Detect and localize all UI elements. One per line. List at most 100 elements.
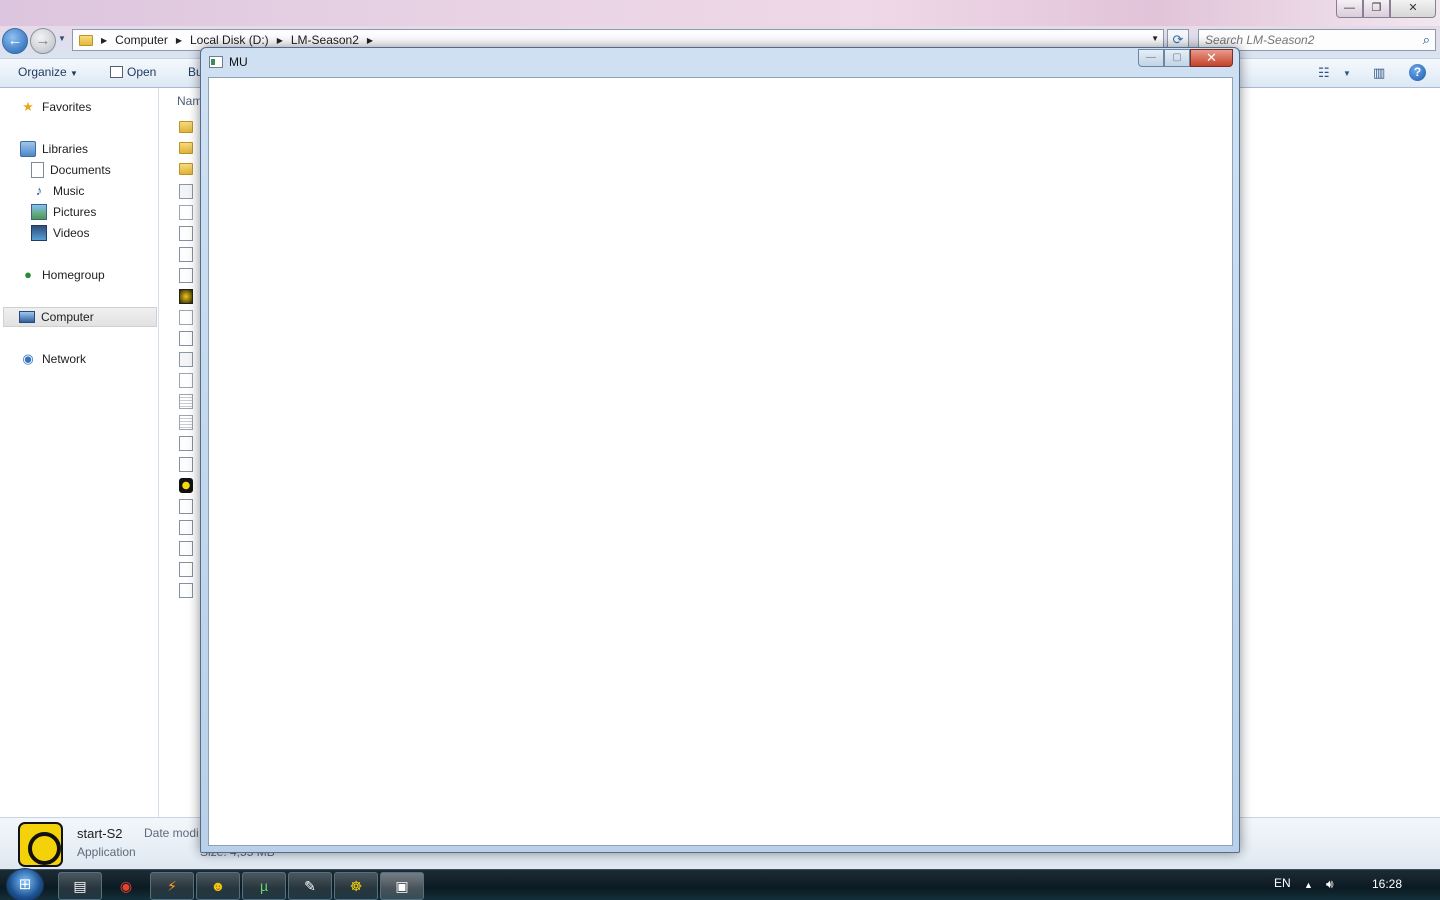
blank-file-icon[interactable]: [179, 205, 193, 220]
back-button[interactable]: ←: [2, 28, 28, 54]
folder-icon: [79, 34, 93, 46]
preview-pane-icon[interactable]: ▥: [1373, 65, 1385, 81]
show-hidden-icons-icon[interactable]: ▲: [1304, 880, 1313, 890]
explorer-caption-buttons: — ❐ ✕: [1336, 0, 1436, 18]
dll-file-icon[interactable]: [179, 499, 193, 514]
mu-app-icon: [18, 822, 63, 867]
nav-computer[interactable]: Computer: [3, 307, 157, 327]
gear-file-icon[interactable]: [179, 352, 193, 367]
window-icon: [209, 56, 223, 68]
dll-file-icon[interactable]: [179, 436, 193, 451]
explorer-icon: ▤: [73, 878, 87, 894]
breadcrumb-lm-season2[interactable]: LM-Season2: [285, 33, 365, 47]
taskbar-chrome[interactable]: ◉: [104, 872, 148, 900]
smiley-icon: ☻: [210, 878, 226, 894]
nav-videos[interactable]: Videos: [31, 223, 89, 243]
history-dropdown-icon[interactable]: ▼: [58, 34, 66, 43]
close-button[interactable]: ✕: [1390, 0, 1436, 18]
help-icon[interactable]: ?: [1409, 64, 1426, 81]
details-file-type: Application: [77, 845, 136, 859]
txt-file-icon[interactable]: [179, 415, 193, 430]
breadcrumb-separator-icon[interactable]: ▶: [99, 36, 109, 45]
mu-caption-buttons: — ▢ ✕: [1138, 49, 1233, 67]
breadcrumb-computer[interactable]: Computer: [109, 33, 174, 47]
search-icon[interactable]: ⌕: [1423, 32, 1430, 48]
nav-network[interactable]: ◉ Network: [20, 349, 86, 369]
explorer-titlebar: — ❐ ✕: [0, 0, 1440, 26]
breadcrumb-separator-icon[interactable]: ▶: [174, 36, 184, 45]
breadcrumb-separator-icon[interactable]: ▶: [365, 36, 375, 45]
mu-window: MU — ▢ ✕: [200, 47, 1240, 853]
paint-icon: ✎: [304, 878, 316, 894]
utorrent-icon: µ: [259, 878, 269, 894]
taskbar-paint[interactable]: ✎: [288, 872, 332, 900]
dll-file-icon[interactable]: [179, 331, 193, 346]
open-button[interactable]: Open: [110, 65, 156, 79]
taskbar-smiley[interactable]: ☻: [196, 872, 240, 900]
breadcrumb-separator-icon[interactable]: ▶: [275, 36, 285, 45]
folder-file-icon[interactable]: [179, 142, 193, 154]
nav-homegroup-label: Homegroup: [42, 268, 105, 282]
homegroup-icon: ●: [24, 267, 32, 282]
dll-file-icon[interactable]: [179, 562, 193, 577]
dll-file-icon[interactable]: [179, 457, 193, 472]
start-button[interactable]: ⊞: [6, 868, 44, 900]
view-dropdown-icon[interactable]: ▼: [1343, 69, 1351, 78]
taskbar-winamp[interactable]: ⚡: [150, 872, 194, 900]
mu-icon: ☸: [349, 878, 363, 894]
dll-file-icon[interactable]: [179, 268, 193, 283]
taskbar-mu-launcher[interactable]: ☸: [334, 872, 378, 900]
nav-pictures[interactable]: Pictures: [31, 202, 96, 222]
blank-file-icon[interactable]: [179, 310, 193, 325]
dll-file-icon[interactable]: [179, 520, 193, 535]
taskbar-mu-window[interactable]: ▣: [380, 872, 424, 900]
windows-logo-icon: ⊞: [18, 876, 32, 893]
volume-icon[interactable]: 🔊︎: [1326, 877, 1334, 892]
game-file-icon[interactable]: [179, 289, 193, 304]
taskbar-utorrent[interactable]: µ: [242, 872, 286, 900]
view-options-icon[interactable]: ☷: [1318, 65, 1330, 81]
taskbar-explorer[interactable]: ▤: [58, 872, 102, 900]
mu-file-icon[interactable]: [179, 478, 193, 493]
dll-file-icon[interactable]: [179, 541, 193, 556]
folder-file-icon[interactable]: [179, 121, 193, 133]
mu-window-title: MU: [229, 55, 248, 69]
mu-client-area[interactable]: [208, 77, 1233, 846]
breadcrumb-local-disk[interactable]: Local Disk (D:): [184, 33, 275, 47]
nav-homegroup[interactable]: ● Homegroup: [20, 265, 105, 285]
mu-close-button[interactable]: ✕: [1190, 49, 1233, 67]
column-header-name[interactable]: Nam: [177, 94, 202, 108]
dll-file-icon[interactable]: [179, 583, 193, 598]
nav-libraries-label: Libraries: [42, 142, 89, 156]
language-indicator[interactable]: EN: [1274, 876, 1291, 890]
nav-music[interactable]: ♪ Music: [31, 181, 85, 201]
minimize-button[interactable]: —: [1336, 0, 1363, 18]
chevron-down-icon: ▼: [70, 69, 78, 78]
gear-file-icon[interactable]: [179, 184, 193, 199]
back-arrow-icon: ←: [7, 32, 23, 49]
mu-maximize-button[interactable]: ▢: [1164, 49, 1190, 67]
nav-computer-label: Computer: [41, 310, 94, 324]
taskbar: ⊞ ▤ ◉ ⚡ ☻ µ ✎ ☸ ▣ EN ▲ 🔊︎ 16:28: [0, 868, 1440, 900]
nav-documents-label: Documents: [50, 163, 111, 177]
computer-icon: [19, 311, 35, 323]
nav-favorites[interactable]: ★ Favorites: [20, 97, 91, 117]
nav-documents[interactable]: Documents: [31, 160, 111, 180]
nav-libraries[interactable]: Libraries: [20, 139, 88, 159]
nav-favorites-label: Favorites: [42, 100, 92, 114]
open-icon: [110, 66, 123, 78]
mu-minimize-button[interactable]: —: [1138, 49, 1164, 67]
folder-file-icon[interactable]: [179, 163, 193, 175]
clock[interactable]: 16:28: [1372, 877, 1402, 891]
libraries-icon: [20, 141, 36, 157]
dll-file-icon[interactable]: [179, 247, 193, 262]
dll-file-icon[interactable]: [179, 226, 193, 241]
blank-file-icon[interactable]: [179, 373, 193, 388]
organize-button[interactable]: Organize ▼: [18, 65, 78, 79]
winamp-icon: ⚡: [167, 878, 177, 894]
txt-file-icon[interactable]: [179, 394, 193, 409]
maximize-button[interactable]: ❐: [1363, 0, 1390, 18]
address-dropdown-icon[interactable]: ▼: [1151, 34, 1159, 43]
refresh-icon: ⟳: [1172, 32, 1184, 47]
forward-button[interactable]: →: [30, 28, 56, 54]
